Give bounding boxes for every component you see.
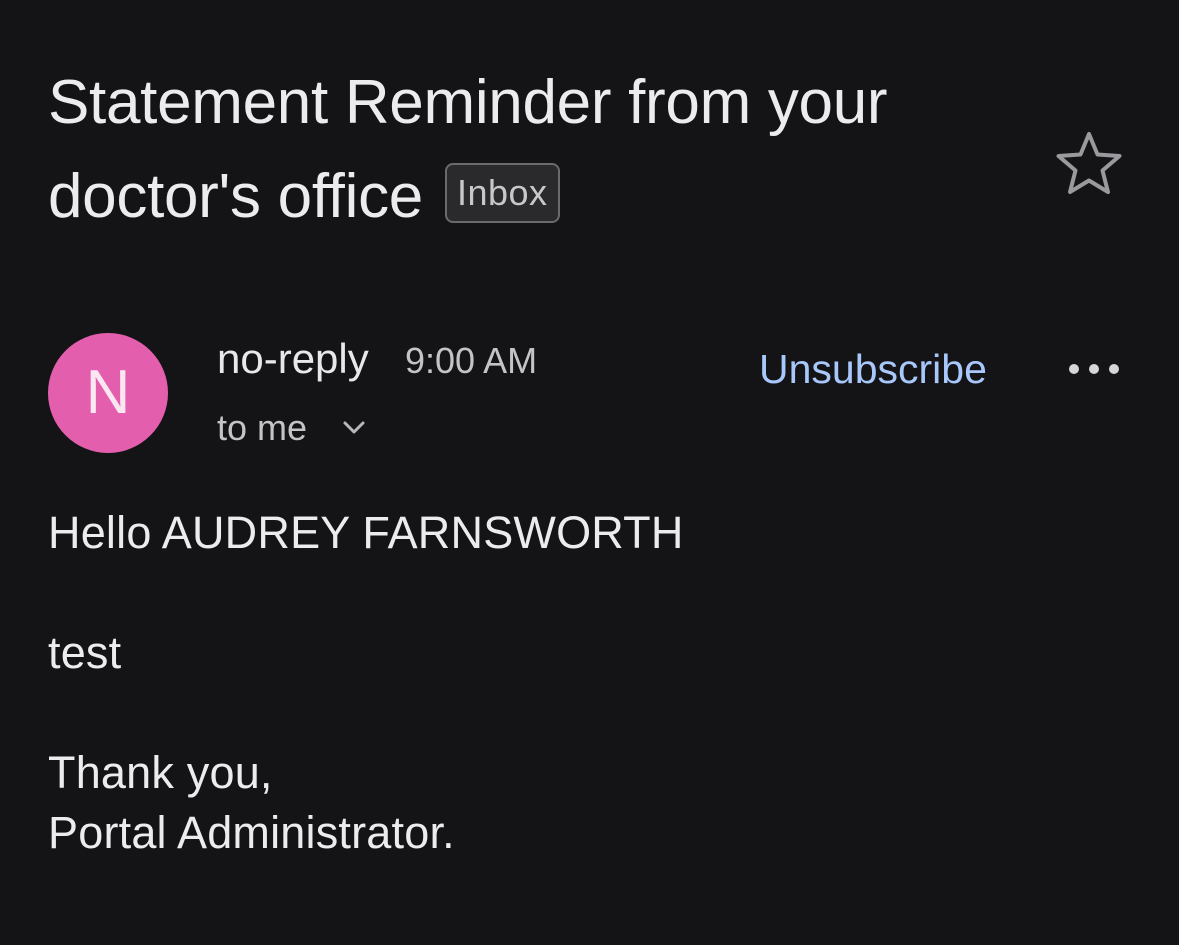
recipient-details[interactable]: to me	[217, 405, 307, 451]
email-body-signature: Portal Administrator.	[48, 807, 455, 858]
email-subject: Statement Reminder from your doctor's of…	[48, 56, 1008, 244]
more-options-icon[interactable]	[1066, 355, 1122, 383]
email-body-signoff: Thank you,	[48, 747, 273, 798]
email-body-greeting: Hello AUDREY FARNSWORTH	[48, 507, 684, 558]
unsubscribe-button[interactable]: Unsubscribe	[759, 345, 987, 393]
star-icon[interactable]	[1055, 130, 1123, 196]
inbox-label-badge[interactable]: Inbox	[444, 163, 560, 223]
email-body-line: test	[48, 627, 122, 678]
chevron-down-icon[interactable]	[342, 418, 366, 438]
sender-avatar[interactable]: N	[48, 333, 168, 453]
email-time: 9:00 AM	[405, 340, 538, 381]
sender-name[interactable]: no-reply	[217, 334, 369, 384]
